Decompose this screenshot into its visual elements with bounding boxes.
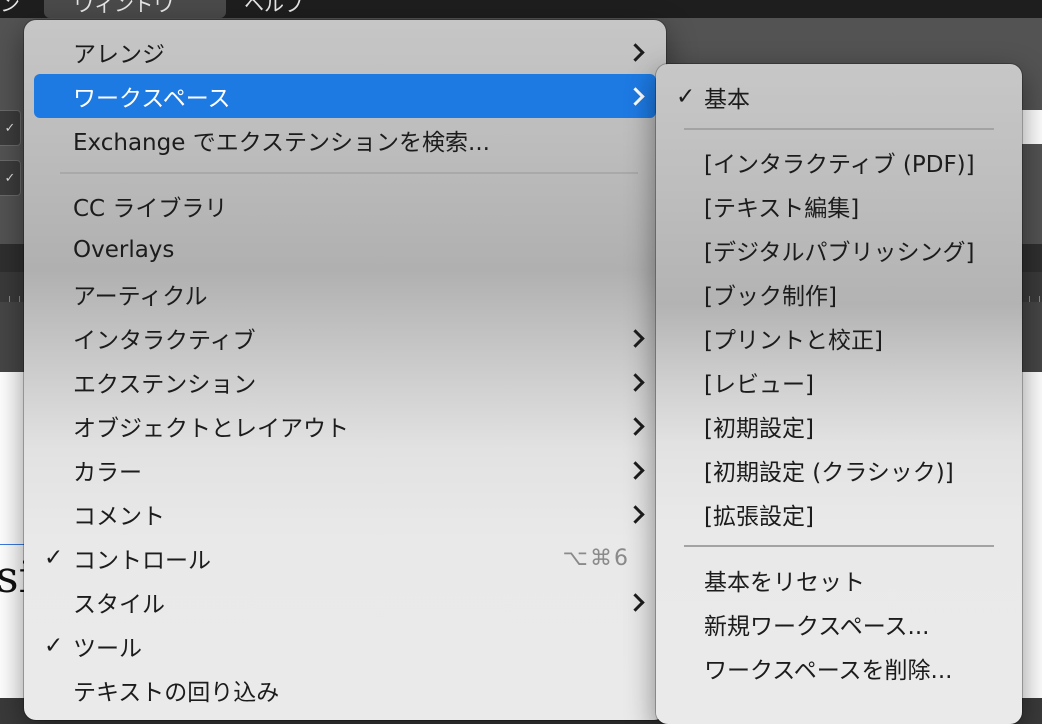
- submenu-item-essentials[interactable]: ✓ 基本: [666, 75, 1012, 119]
- workspace-submenu: ✓ 基本 [インタラクティブ (PDF)] [テキスト編集] [デジタルパブリッ…: [656, 64, 1022, 724]
- submenu-item-digital-publishing[interactable]: [デジタルパブリッシング]: [666, 228, 1012, 272]
- submenu-item-advanced[interactable]: [拡張設定]: [666, 492, 1012, 536]
- submenu-item-review[interactable]: [レビュー]: [666, 360, 1012, 404]
- menu-item-label: エクステンション: [73, 372, 257, 398]
- menu-item-control[interactable]: ✓ コントロール ⌥⌘6: [34, 536, 656, 580]
- chevron-right-icon: [626, 42, 645, 62]
- menu-item-tools[interactable]: ✓ ツール: [34, 624, 656, 668]
- keyboard-shortcut: ⌥⌘6: [562, 545, 630, 571]
- submenu-item-label: ワークスペースを削除...: [704, 658, 953, 684]
- checkmark-icon: ✓: [44, 545, 64, 571]
- submenu-separator: [684, 128, 994, 130]
- menu-item-workspace[interactable]: ワークスペース: [34, 74, 656, 118]
- menu-item-label: Exchange でエクステンションを検索...: [73, 130, 490, 156]
- submenu-item-defaults[interactable]: [初期設定]: [666, 404, 1012, 448]
- submenu-item-label: 基本: [704, 87, 750, 113]
- menu-item-extensions[interactable]: エクステンション: [34, 360, 656, 404]
- submenu-item-label: 新規ワークスペース...: [704, 614, 930, 640]
- submenu-item-interactive-pdf[interactable]: [インタラクティブ (PDF)]: [666, 140, 1012, 184]
- menu-item-label: インタラクティブ: [73, 328, 256, 354]
- menu-item-articles[interactable]: アーティクル: [34, 272, 656, 316]
- menu-item-arrange[interactable]: アレンジ: [34, 30, 656, 74]
- menubar-item-window[interactable]: ウィンドウ: [44, 0, 226, 18]
- checkmark-icon: ✓: [44, 633, 64, 659]
- chevron-right-icon: [626, 504, 645, 524]
- menu-item-label: コメント: [73, 504, 165, 530]
- submenu-item-label: [インタラクティブ (PDF)]: [704, 152, 975, 178]
- menubar-item-window-label: ウィンドウ: [74, 0, 174, 16]
- submenu-item-label: [デジタルパブリッシング]: [704, 240, 975, 266]
- menu-item-label: カラー: [73, 460, 142, 486]
- submenu-item-label: [レビュー]: [704, 372, 814, 398]
- menu-item-label: CC ライブラリ: [73, 196, 228, 222]
- submenu-item-label: [ブック制作]: [704, 284, 837, 310]
- control-checkbox-1[interactable]: ✓: [0, 110, 21, 146]
- menubar-item-prev[interactable]: ン: [0, 0, 20, 17]
- submenu-item-delete-workspace[interactable]: ワークスペースを削除...: [666, 646, 1012, 690]
- control-checkbox-2[interactable]: ✓: [0, 160, 21, 196]
- menu-item-cc-libraries[interactable]: CC ライブラリ: [34, 184, 656, 228]
- submenu-separator: [684, 545, 994, 547]
- chevron-right-icon: [626, 372, 645, 392]
- menu-item-exchange-search[interactable]: Exchange でエクステンションを検索...: [34, 118, 656, 162]
- chevron-right-icon: [626, 592, 645, 612]
- chevron-right-icon: [626, 460, 645, 480]
- menu-item-label: コントロール: [73, 548, 211, 574]
- checkmark-icon: ✓: [676, 84, 696, 110]
- menu-item-label: オブジェクトとレイアウト: [73, 416, 349, 442]
- submenu-item-defaults-classic[interactable]: [初期設定 (クラシック)]: [666, 448, 1012, 492]
- submenu-item-reset-essentials[interactable]: 基本をリセット: [666, 558, 1012, 602]
- menu-item-color[interactable]: カラー: [34, 448, 656, 492]
- chevron-right-icon: [626, 416, 645, 436]
- app-menubar: ン ウィンドウ ヘルプ: [0, 0, 1042, 18]
- submenu-item-label: [プリントと校正]: [704, 328, 883, 354]
- submenu-item-book[interactable]: [ブック制作]: [666, 272, 1012, 316]
- menu-item-object-layout[interactable]: オブジェクトとレイアウト: [34, 404, 656, 448]
- menu-item-overlays[interactable]: Overlays: [34, 228, 656, 272]
- submenu-item-label: [初期設定]: [704, 416, 814, 442]
- menu-item-label: テキストの回り込み: [73, 680, 280, 706]
- menubar-item-help[interactable]: ヘルプ: [244, 0, 304, 17]
- submenu-item-label: [初期設定 (クラシック)]: [704, 460, 954, 486]
- submenu-item-new-workspace[interactable]: 新規ワークスペース...: [666, 602, 1012, 646]
- window-menu: アレンジ ワークスペース Exchange でエクステンションを検索... CC…: [24, 20, 666, 720]
- menu-item-label: スタイル: [73, 592, 165, 618]
- menu-separator: [60, 172, 638, 174]
- menu-item-styles[interactable]: スタイル: [34, 580, 656, 624]
- submenu-item-text-edit[interactable]: [テキスト編集]: [666, 184, 1012, 228]
- submenu-item-label: 基本をリセット: [704, 570, 865, 596]
- submenu-item-label: [テキスト編集]: [704, 196, 860, 222]
- submenu-item-printing-proofing[interactable]: [プリントと校正]: [666, 316, 1012, 360]
- menu-item-interactive[interactable]: インタラクティブ: [34, 316, 656, 360]
- text-frame-edge: [0, 544, 24, 545]
- menu-item-label: ツール: [73, 636, 142, 662]
- chevron-right-icon: [626, 86, 645, 106]
- control-field[interactable]: [1020, 110, 1042, 144]
- menu-item-label: ワークスペース: [73, 86, 231, 112]
- menu-item-comments[interactable]: コメント: [34, 492, 656, 536]
- menu-item-label: Overlays: [73, 237, 175, 263]
- menu-item-label: アーティクル: [73, 284, 208, 310]
- submenu-item-label: [拡張設定]: [704, 504, 814, 530]
- chevron-right-icon: [626, 328, 645, 348]
- menu-item-label: アレンジ: [73, 42, 165, 68]
- menu-item-text-wrap[interactable]: テキストの回り込み: [34, 668, 656, 712]
